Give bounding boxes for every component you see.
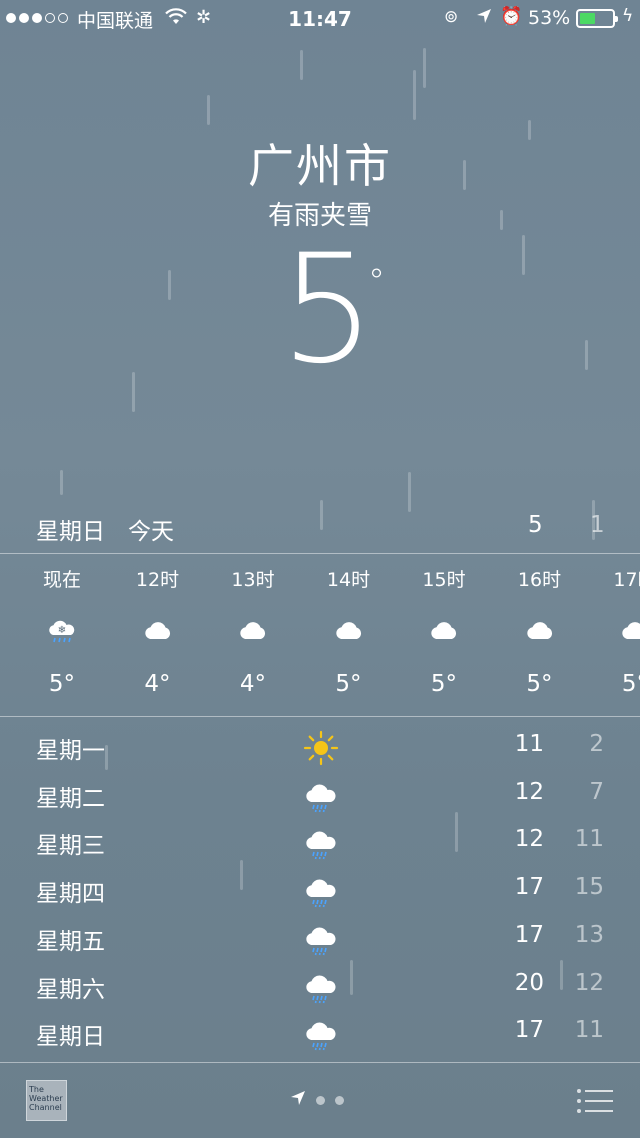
hour-temperature: 5° — [335, 671, 362, 697]
daily-row: 星期一 11 2 — [0, 725, 640, 773]
day-high: 20 — [514, 969, 544, 996]
day-low: 12 — [574, 969, 604, 996]
cloud-icon — [142, 615, 174, 647]
rain-icon — [302, 968, 340, 1006]
day-name: 星期日 — [36, 1024, 105, 1051]
cloud-icon — [619, 615, 640, 647]
page-dot[interactable] — [335, 1095, 344, 1105]
hourly-forecast[interactable]: 现在 ❄ 5° 12时 4° 13时 4° 14时 5° 15时 5° 16时 5° 17时 5° — [0, 555, 640, 715]
page-indicator[interactable] — [290, 1090, 344, 1110]
hour-temperature: 4° — [239, 671, 267, 697]
divider — [0, 716, 640, 717]
divider — [0, 1062, 640, 1063]
cloud-icon — [524, 615, 556, 647]
hourly-item: 现在 ❄ 5° — [17, 555, 107, 715]
charging-bolt-icon: ϟ — [622, 6, 634, 26]
degree-symbol: ° — [368, 262, 385, 302]
day-low: 11 — [574, 1017, 604, 1044]
today-high: 5 — [528, 512, 543, 538]
day-name: 星期四 — [36, 881, 105, 908]
cloud-icon — [428, 615, 460, 647]
today-low: 1 — [590, 512, 605, 538]
day-high: 17 — [514, 874, 544, 901]
hour-label: 15时 — [422, 569, 466, 591]
hour-label: 14时 — [326, 569, 371, 591]
rain-icon — [302, 920, 340, 958]
hour-temperature: 5° — [621, 671, 640, 697]
cloud-icon — [237, 615, 269, 647]
weather-channel-logo[interactable]: The Weather Channel — [26, 1080, 67, 1121]
today-day: 星期日 — [36, 519, 105, 545]
hour-label: 16时 — [517, 569, 562, 591]
daily-row: 星期五 17 13 — [0, 916, 640, 964]
list-icon[interactable] — [576, 1088, 613, 1114]
location-arrow-icon — [477, 9, 491, 23]
daily-row: 星期二 12 7 — [0, 773, 640, 821]
day-low: 13 — [574, 921, 604, 948]
city-name: 广州市 — [248, 139, 392, 193]
day-name: 星期二 — [36, 785, 105, 812]
hour-label: 17时 — [613, 569, 640, 591]
hour-label: 13时 — [231, 569, 275, 591]
rain-icon — [302, 777, 340, 815]
footer-bar: The Weather Channel — [0, 1064, 640, 1138]
rain-icon — [302, 872, 340, 910]
day-name: 星期三 — [36, 833, 105, 860]
hourly-item: 17时 5° — [590, 555, 640, 715]
day-low: 2 — [589, 731, 604, 757]
day-low: 11 — [574, 826, 604, 853]
day-high: 17 — [514, 1017, 544, 1044]
daily-row: 星期日 17 11 — [0, 1011, 640, 1059]
status-bar: 中国联通 ✲ 11:47 ⊚ ⏰ 53% ϟ — [0, 0, 640, 40]
hour-label: 12时 — [135, 569, 180, 591]
rain-icon — [302, 824, 340, 862]
page-dot[interactable] — [316, 1095, 325, 1105]
hourly-item: 12时 4° — [113, 555, 203, 715]
day-high: 17 — [514, 921, 544, 948]
rotation-lock-icon: ⊚ — [444, 7, 459, 27]
divider — [0, 553, 640, 554]
battery-fill — [580, 13, 595, 24]
hour-label: 现在 — [42, 569, 81, 591]
hourly-item: 14时 5° — [304, 555, 394, 715]
today-summary: 星期日 今天 5 1 — [0, 512, 640, 548]
day-high: 12 — [514, 826, 544, 853]
snow-rain-icon: ❄ — [46, 615, 78, 647]
rain-icon — [302, 1015, 340, 1053]
hourly-item: 13时 4° — [208, 555, 298, 715]
day-low: 7 — [589, 778, 604, 805]
hourly-item: 16时 5° — [495, 555, 585, 715]
day-low: 15 — [574, 874, 604, 901]
hourly-item: 15时 5° — [399, 555, 489, 715]
day-high: 11 — [514, 731, 544, 757]
hour-temperature: 5° — [526, 671, 553, 697]
day-name: 星期一 — [36, 738, 105, 764]
day-name: 星期六 — [36, 976, 105, 1003]
day-name: 星期五 — [36, 928, 105, 955]
daily-row: 星期四 17 15 — [0, 868, 640, 916]
hour-temperature: 5° — [430, 671, 458, 697]
sun-icon — [302, 729, 340, 767]
current-temperature: 5 — [280, 223, 376, 397]
battery-percent: 53% — [528, 7, 571, 29]
daily-row: 星期三 12 11 — [0, 820, 640, 868]
today-label: 今天 — [128, 519, 174, 545]
hour-temperature: 4° — [144, 671, 171, 697]
daily-row: 星期六 20 12 — [0, 964, 640, 1012]
day-high: 12 — [514, 778, 544, 805]
svg-text:❄: ❄ — [58, 625, 66, 636]
alarm-icon: ⏰ — [500, 6, 523, 27]
battery-icon — [576, 9, 618, 28]
hour-temperature: 5° — [48, 671, 76, 697]
location-arrow-icon[interactable] — [290, 1090, 306, 1110]
cloud-icon — [333, 615, 365, 647]
